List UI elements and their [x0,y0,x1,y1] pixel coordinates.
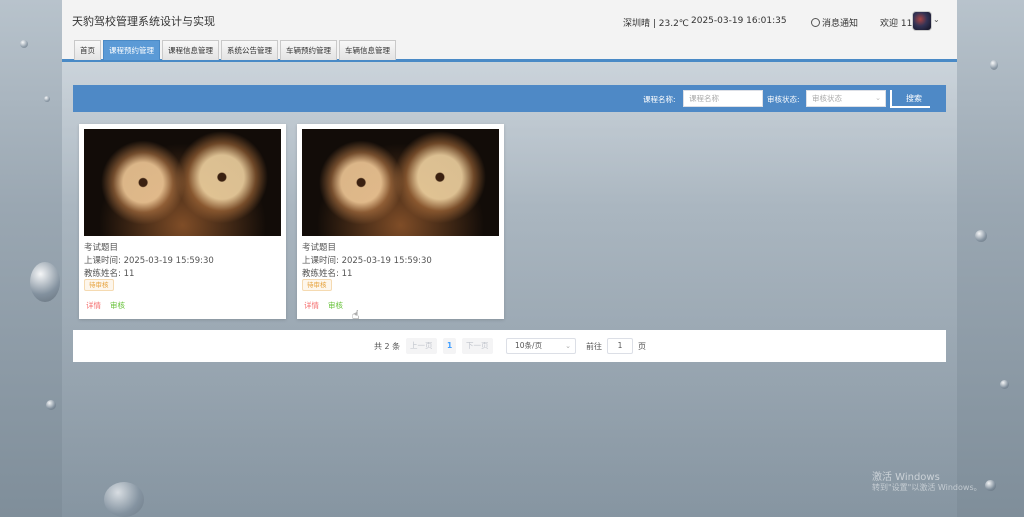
course-card: 考试题目 上课时间: 2025-03-19 15:59:30 教练姓名: 11 … [79,124,286,319]
detail-link[interactable]: 详情 [304,300,319,311]
card-image-fireworks [302,129,499,236]
goto-label: 前往 [586,342,602,351]
status-badge: 待审核 [84,279,114,291]
message-icon [811,18,820,27]
welcome-text: 欢迎 11 [880,19,913,29]
raindrop [1000,380,1009,389]
audit-link[interactable]: 审核 [110,300,125,311]
course-name-label: 课程名称: [643,95,676,104]
prev-page-button[interactable]: 上一页 [406,338,437,354]
nav-tabs: 首页 课程预约管理 课程信息管理 系统公告管理 车辆预约管理 车辆信息管理 [74,40,396,60]
audit-link[interactable]: 审核 [328,300,343,311]
search-button[interactable]: 搜索 [890,90,930,108]
status-select-placeholder: 审核状态 [812,94,842,103]
chevron-down-icon: ⌄ [875,94,881,102]
card-image-fireworks [84,129,281,236]
raindrop [44,96,50,102]
detail-link[interactable]: 详情 [86,300,101,311]
card-title: 考试题目 [302,243,337,253]
card-coach: 教练姓名: 11 [302,269,353,279]
card-time: 上课时间: 2025-03-19 15:59:30 [84,256,214,266]
weather-info: 深圳晴 | 23.2℃ [623,19,689,29]
tab-vehicle-info[interactable]: 车辆信息管理 [339,40,396,60]
goto-page-input[interactable]: 1 [607,338,633,354]
status-select[interactable]: 审核状态 ⌄ [806,90,886,107]
notice-label: 消息通知 [822,19,859,29]
tab-course-booking[interactable]: 课程预约管理 [103,40,160,60]
raindrop [30,262,60,302]
app-window: 天豹驾校管理系统设计与实现 深圳晴 | 23.2℃ 2025-03-19 16:… [62,0,957,517]
notice-link[interactable]: 消息通知 [811,16,858,29]
tab-home[interactable]: 首页 [74,40,101,60]
card-time: 上课时间: 2025-03-19 15:59:30 [302,256,432,266]
raindrop [975,230,987,242]
course-name-input[interactable]: 课程名称 [683,90,763,107]
card-coach: 教练姓名: 11 [84,269,135,279]
total-count: 共 2 条 [374,342,401,351]
windows-activation-watermark: 激活 Windows [872,472,940,483]
windows-activation-hint: 转到"设置"以激活 Windows。 [872,483,982,492]
card-title: 考试题目 [84,243,119,253]
status-badge: 待审核 [302,279,332,291]
raindrop [990,60,998,70]
tab-announcements[interactable]: 系统公告管理 [221,40,278,60]
top-bar: 天豹驾校管理系统设计与实现 深圳晴 | 23.2℃ 2025-03-19 16:… [62,0,957,62]
tab-course-info[interactable]: 课程信息管理 [162,40,219,60]
mouse-cursor-icon: ☝ [352,308,360,322]
datetime: 2025-03-19 16:01:35 [691,16,787,26]
raindrop [985,480,996,491]
page-number[interactable]: 1 [443,338,457,354]
chevron-down-icon[interactable]: ⌄ [933,15,940,24]
page-size-select[interactable]: 10条/页 ⌄ [506,338,576,354]
search-bar: 课程名称: 课程名称 审核状态: 审核状态 ⌄ 搜索 [73,85,946,112]
page-size-value: 10条/页 [515,341,543,350]
avatar[interactable] [912,11,932,31]
raindrop [46,400,56,410]
course-card: 考试题目 上课时间: 2025-03-19 15:59:30 教练姓名: 11 … [297,124,504,319]
page-suffix: 页 [638,342,646,351]
app-title: 天豹驾校管理系统设计与实现 [72,15,215,28]
tab-vehicle-booking[interactable]: 车辆预约管理 [280,40,337,60]
next-page-button[interactable]: 下一页 [462,338,493,354]
status-label: 审核状态: [767,95,800,104]
chevron-down-icon: ⌄ [565,342,571,350]
pagination: 共 2 条 上一页 1 下一页 10条/页 ⌄ 前往 1 页 [73,330,946,362]
raindrop [20,40,28,48]
